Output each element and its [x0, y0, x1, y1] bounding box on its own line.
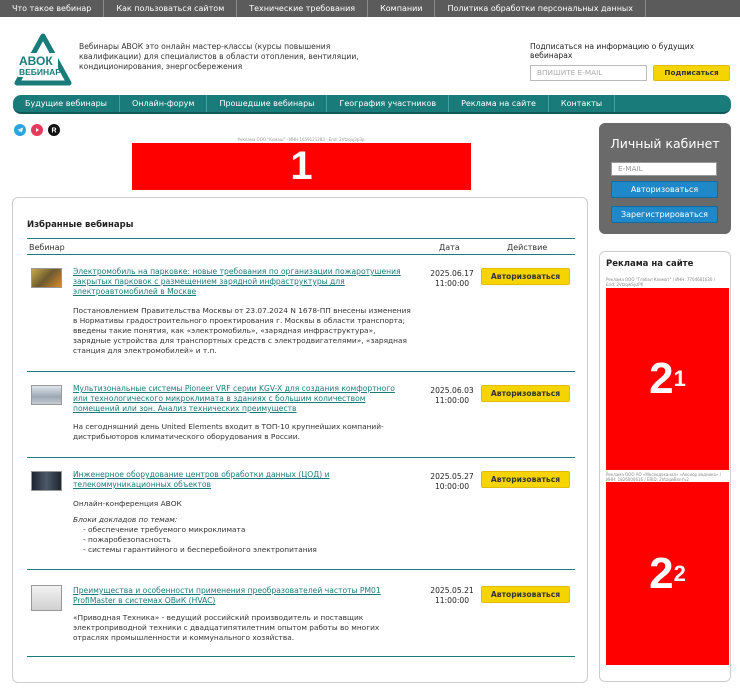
- desc-item: - обеспечение требуемого микроклимата: [83, 525, 246, 534]
- youtube-icon[interactable]: [31, 124, 43, 136]
- webinar-description: Постановлением Правительства Москвы от 2…: [73, 306, 411, 355]
- desc-text: Онлайн-конференция АВОК: [73, 499, 182, 508]
- table-header: Вебинар Дата Действие: [27, 238, 575, 255]
- webinar-title-link[interactable]: Электромобиль на парковке: новые требова…: [73, 267, 403, 297]
- desc-item: - пожаробезопасность: [83, 535, 171, 544]
- nav-future-webinars[interactable]: Будущие вебинары: [13, 95, 120, 112]
- date-value: 2025.05.27: [430, 472, 474, 481]
- main-nav: Будущие вебинары Онлайн-форум Прошедшие …: [13, 95, 731, 114]
- table-row: Электромобиль на парковке: новые требова…: [27, 255, 575, 372]
- logo-line2: ВЕБИНАР: [19, 67, 61, 77]
- telegram-icon[interactable]: [14, 124, 26, 136]
- webinar-title-link[interactable]: Мультизональные системы Pioneer VRF сери…: [73, 384, 403, 414]
- table-row: Инженерное оборудование центров обработк…: [27, 458, 575, 570]
- topnav-how-to-use[interactable]: Как пользоваться сайтом: [104, 0, 238, 17]
- webinar-title-link[interactable]: Преимущества и особенности применения пр…: [73, 586, 403, 606]
- cabinet-login-button[interactable]: Авторизоваться: [611, 181, 718, 198]
- topnav-what-is-webinar[interactable]: Что такое вебинар: [0, 0, 105, 17]
- logo-line1: АВОК: [19, 54, 53, 68]
- nav-past-webinars[interactable]: Прошедшие вебинары: [207, 95, 328, 112]
- nav-online-forum[interactable]: Онлайн-форум: [120, 95, 208, 112]
- webinar-thumbnail: [31, 471, 62, 491]
- ad-sub-label: 1: [673, 366, 686, 391]
- authorize-button[interactable]: Авторизоваться: [481, 471, 570, 488]
- desc-item: - системы гарантийного и бесперебойного …: [83, 545, 317, 554]
- time-value: 11:00:00: [434, 596, 470, 605]
- table-row: Преимущества и особенности применения пр…: [27, 570, 575, 657]
- panel-title: Избранные вебинары: [27, 220, 134, 230]
- time-value: 11:00:00: [434, 396, 470, 405]
- top-nav: Что такое вебинар Как пользоваться сайто…: [0, 0, 740, 17]
- col-date: Дата: [439, 243, 460, 252]
- webinar-date: 2025.06.17 11:00:00: [427, 269, 477, 289]
- nav-contacts[interactable]: Контакты: [549, 95, 616, 112]
- webinar-description: «Приводная Техника» - ведущий российский…: [73, 613, 380, 642]
- ad-sub-label: 2: [673, 560, 686, 586]
- ad-caption: Реклама ООО "Глобал Климат" / ИНН: 77046…: [606, 277, 716, 287]
- webinar-thumbnail: [31, 585, 62, 611]
- cabinet-email-input[interactable]: E-MAIL: [611, 162, 717, 176]
- nav-advertising[interactable]: Реклама на сайте: [449, 95, 549, 112]
- svg-text:R: R: [52, 128, 57, 135]
- site-logo[interactable]: АВОК ВЕБИНАР: [14, 33, 72, 87]
- subscribe-button[interactable]: Подписаться: [653, 65, 730, 81]
- webinar-date: 2025.05.27 10:00:00: [427, 472, 477, 492]
- subscribe-block: Подписаться на информацию о будущих веби…: [530, 42, 730, 81]
- personal-cabinet: Личный кабинет E-MAIL Авторизоваться Зар…: [599, 123, 731, 234]
- subscribe-email-input[interactable]: ВПИШИТЕ E-MAIL: [530, 65, 647, 81]
- webinar-date: 2025.06.03 11:00:00: [427, 386, 477, 406]
- rutube-icon[interactable]: R: [48, 124, 60, 136]
- social-links: R: [14, 124, 60, 136]
- ad-banner-top[interactable]: 1: [132, 143, 471, 190]
- webinar-description: Онлайн-конференция АВОК Блоки докладов п…: [73, 499, 413, 555]
- ad-label: 2: [649, 354, 674, 403]
- subscribe-title: Подписаться на информацию о будущих веби…: [530, 42, 695, 60]
- date-value: 2025.05.21: [430, 586, 474, 595]
- desc-italic: Блоки докладов по темам:: [73, 515, 178, 524]
- nav-participants-geography[interactable]: География участников: [327, 95, 450, 112]
- authorize-button[interactable]: Авторизоваться: [481, 385, 570, 402]
- topnav-tech-requirements[interactable]: Технические требования: [237, 0, 369, 17]
- ad-caption-top: Реклама ООО "Комаш" · ИНН 1659121283 · E…: [237, 137, 365, 142]
- col-action: Действие: [507, 243, 548, 252]
- col-webinar: Вебинар: [29, 243, 65, 252]
- authorize-button[interactable]: Авторизоваться: [481, 586, 570, 603]
- webinar-thumbnail: [31, 385, 62, 405]
- authorize-button[interactable]: Авторизоваться: [481, 268, 570, 285]
- favorite-webinars-panel: Избранные вебинары Вебинар Дата Действие…: [12, 197, 588, 683]
- ad-banner-right-2[interactable]: 22: [606, 482, 729, 665]
- ad-caption: Реклама ООО АО «Мосводоканал» «Аксиор во…: [606, 472, 722, 482]
- date-value: 2025.06.17: [430, 269, 474, 278]
- webinar-description: На сегодняшний день United Elements вход…: [73, 422, 384, 441]
- topnav-privacy-policy[interactable]: Политика обработки персональных данных: [435, 0, 646, 17]
- cabinet-title: Личный кабинет: [610, 136, 720, 151]
- table-row: Мультизональные системы Pioneer VRF сери…: [27, 372, 575, 458]
- ads-title: Реклама на сайте: [606, 259, 694, 269]
- cabinet-register-button[interactable]: Зарегистрироваться: [611, 206, 718, 223]
- webinar-title-link[interactable]: Инженерное оборудование центров обработк…: [73, 470, 403, 490]
- topnav-companies[interactable]: Компании: [368, 0, 436, 17]
- ads-sidebar: Реклама на сайте Реклама ООО "Глобал Кли…: [599, 251, 731, 682]
- webinar-thumbnail: [31, 268, 62, 288]
- site-tagline: Вебинары АВОК это онлайн мастер-классы (…: [79, 42, 359, 71]
- webinar-date: 2025.05.21 11:00:00: [427, 586, 477, 606]
- date-value: 2025.06.03: [430, 386, 474, 395]
- time-value: 10:00:00: [434, 482, 470, 491]
- ad-banner-right-1[interactable]: 21: [606, 288, 729, 470]
- time-value: 11:00:00: [434, 279, 470, 288]
- ad-label: 2: [649, 548, 674, 598]
